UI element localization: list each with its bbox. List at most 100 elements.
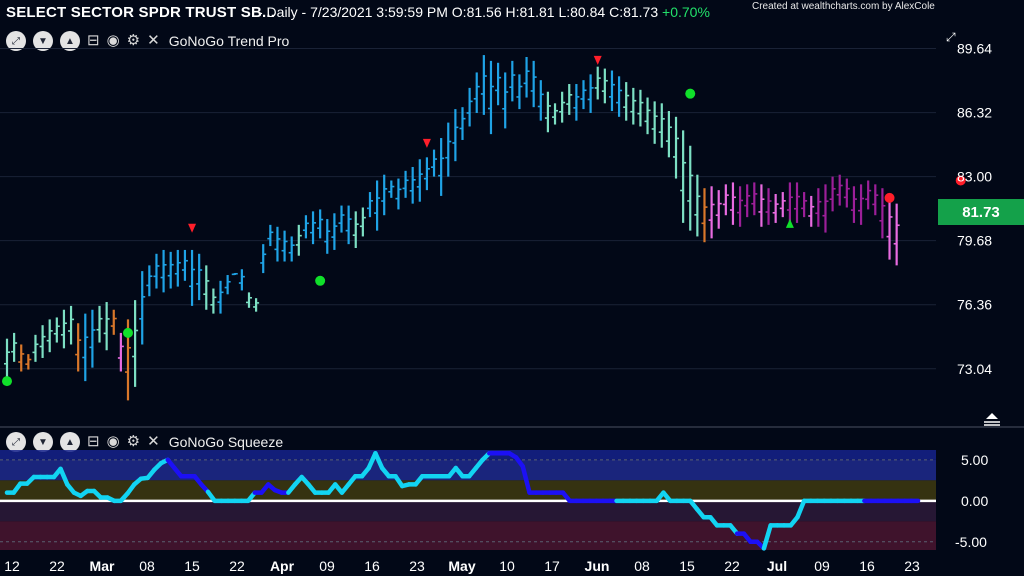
ohlc-bar bbox=[658, 103, 665, 148]
ohlc-bar bbox=[637, 89, 644, 127]
ohlc-bar bbox=[231, 272, 238, 276]
ohlc-bar bbox=[274, 226, 281, 262]
ohlc-bar bbox=[673, 116, 680, 179]
nogo-continuation-triangle bbox=[422, 138, 431, 148]
ohlc-bar bbox=[438, 138, 445, 196]
ohlc-bar bbox=[886, 193, 893, 260]
squeeze-zone-band bbox=[0, 521, 936, 550]
ohlc-bar bbox=[11, 332, 18, 362]
ohlc-bar bbox=[665, 111, 672, 158]
ohlc-bar bbox=[431, 149, 438, 177]
price-tick-label: 76.36 bbox=[957, 297, 992, 313]
ohlc-bar bbox=[53, 317, 60, 343]
ohlc-bar bbox=[829, 176, 836, 212]
ohlc-bar bbox=[915, 194, 921, 227]
ohlc-bar bbox=[110, 309, 117, 335]
day-tick-label: 23 bbox=[904, 558, 920, 574]
ohlc-bar bbox=[908, 198, 914, 233]
ohlc-bar bbox=[872, 184, 879, 216]
month-tick-label: Apr bbox=[270, 558, 295, 574]
ohlc-bar bbox=[630, 87, 637, 125]
ohlc-bar bbox=[60, 309, 67, 349]
ohlc-bar bbox=[516, 74, 523, 110]
month-tick-label: May bbox=[448, 558, 475, 574]
ohlc-bar bbox=[46, 319, 53, 353]
ohlc-bar bbox=[794, 182, 801, 223]
ohlc-bar bbox=[39, 325, 46, 358]
ohlc-bar bbox=[210, 288, 217, 314]
chart-canvas[interactable]: 89.64 86.32 83.00 79.68 76.36 73.04 5.00 0.00 -… bbox=[0, 0, 1024, 576]
ohlc-bar bbox=[758, 184, 765, 227]
ohlc-bar bbox=[338, 205, 345, 233]
ohlc-bar bbox=[245, 292, 252, 308]
nogo-continuation-triangle bbox=[188, 223, 197, 233]
ohlc-bar bbox=[765, 188, 772, 225]
ohlc-bar bbox=[509, 60, 516, 102]
month-tick-label: Mar bbox=[90, 558, 115, 574]
last-price-badge: 81.73 bbox=[938, 199, 1024, 225]
ohlc-bar bbox=[744, 184, 751, 218]
day-tick-label: 16 bbox=[859, 558, 875, 574]
ohlc-bar bbox=[502, 72, 509, 129]
ohlc-bar bbox=[850, 186, 857, 223]
panel-resize-handle[interactable] bbox=[982, 412, 1002, 426]
ohlc-bar bbox=[523, 57, 530, 98]
ohlc-bar bbox=[139, 271, 146, 345]
ohlc-bar bbox=[815, 188, 822, 227]
price-tick-label: 86.32 bbox=[957, 105, 992, 121]
ohlc-bar bbox=[82, 313, 89, 382]
go-countertrend-dot bbox=[685, 88, 696, 99]
day-tick-label: 22 bbox=[229, 558, 245, 574]
ohlc-bar bbox=[893, 203, 900, 266]
ohlc-bar bbox=[651, 101, 658, 144]
ohlc-bar bbox=[580, 80, 587, 110]
squeeze-axis: 5.00 0.00 -5.00 bbox=[955, 452, 988, 550]
date-axis: 12 22 Mar 08 15 22 Apr 09 16 23 May 10 17 Jun 08 15 22 Ju… bbox=[4, 558, 920, 574]
ohlc-bar bbox=[901, 204, 907, 254]
day-tick-label: 22 bbox=[724, 558, 740, 574]
ohlc-bar bbox=[146, 265, 153, 297]
ohlc-bar bbox=[381, 174, 388, 216]
squeeze-tick-label: -5.00 bbox=[955, 534, 987, 550]
ohlc-bar bbox=[623, 82, 630, 121]
ohlc-bar bbox=[865, 180, 872, 210]
month-tick-label: Jul bbox=[767, 558, 787, 574]
price-bars bbox=[4, 55, 921, 401]
day-tick-label: 10 bbox=[499, 558, 515, 574]
ohlc-bar bbox=[4, 338, 10, 378]
ohlc-bar bbox=[174, 249, 181, 287]
ohlc-bar bbox=[32, 334, 39, 362]
ohlc-bar bbox=[495, 62, 502, 106]
price-tick-label: 73.04 bbox=[957, 361, 992, 377]
ohlc-bar bbox=[189, 249, 196, 306]
day-tick-label: 22 bbox=[49, 558, 65, 574]
ohlc-bar bbox=[566, 84, 573, 115]
ohlc-bar bbox=[587, 74, 594, 113]
ohlc-bar bbox=[181, 249, 188, 281]
ohlc-bar bbox=[687, 145, 694, 231]
ohlc-bar bbox=[317, 209, 324, 239]
ohlc-bar bbox=[196, 253, 203, 301]
ohlc-bar bbox=[167, 251, 174, 289]
ohlc-bar bbox=[267, 224, 274, 247]
ohlc-bar bbox=[452, 109, 459, 162]
ohlc-bar bbox=[374, 180, 381, 231]
ohlc-bar bbox=[359, 207, 366, 237]
ohlc-bar bbox=[224, 275, 231, 295]
ohlc-bar bbox=[772, 193, 779, 223]
ohlc-bar bbox=[708, 186, 715, 239]
ohlc-bar bbox=[616, 76, 623, 117]
day-tick-label: 17 bbox=[544, 558, 560, 574]
go-countertrend-dot bbox=[122, 327, 133, 338]
ohlc-bar bbox=[352, 211, 359, 249]
ohlc-bar bbox=[302, 215, 309, 239]
ohlc-bar bbox=[217, 280, 224, 314]
ohlc-bar bbox=[75, 323, 82, 372]
ohlc-bar bbox=[203, 265, 210, 310]
price-tick-label: 79.68 bbox=[957, 233, 992, 249]
ohlc-bar bbox=[260, 244, 267, 274]
ohlc-bar bbox=[388, 180, 395, 198]
ohlc-bar bbox=[480, 55, 487, 115]
ohlc-bar bbox=[594, 66, 601, 100]
ohlc-bar bbox=[416, 159, 423, 202]
